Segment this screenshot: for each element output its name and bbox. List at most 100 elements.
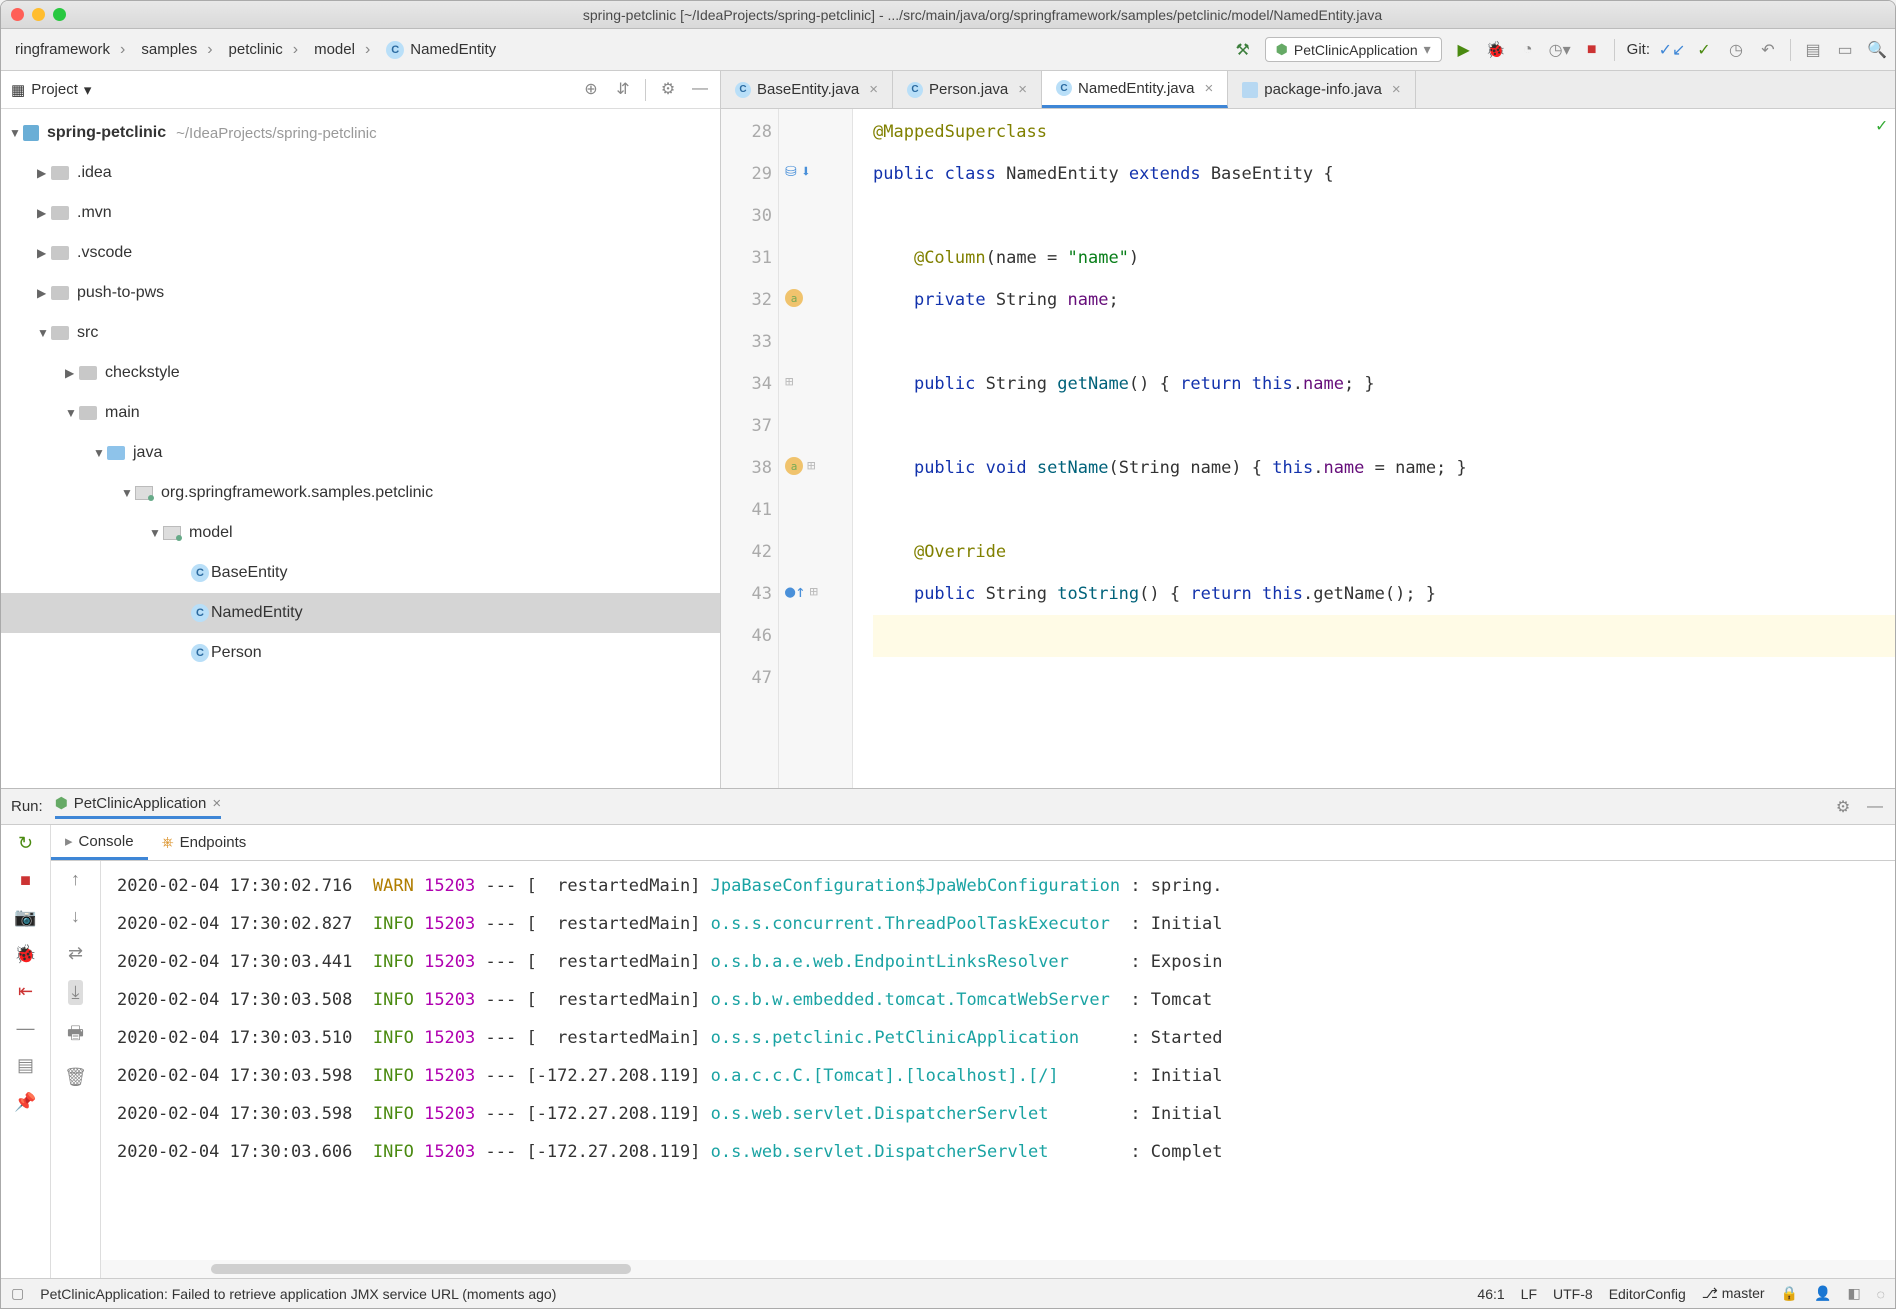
debug-icon[interactable]: 🐞 — [1486, 40, 1506, 60]
scroll-to-end-icon[interactable]: ⤓ — [68, 980, 84, 1005]
code-area[interactable]: ✓ 2829303132333437384142434647 ⛁⬇a ⊞a ⊞●… — [721, 109, 1895, 788]
crumb-label: NamedEntity — [410, 41, 496, 58]
search-everywhere-icon[interactable]: 🔍 — [1867, 40, 1887, 60]
profile-icon[interactable]: ◷▾ — [1550, 40, 1570, 60]
dump-icon[interactable]: 📷 — [14, 907, 36, 928]
tree-node--mvn[interactable]: ▶.mvn — [1, 193, 720, 233]
inspector-icon[interactable]: 👤 — [1814, 1285, 1831, 1302]
editor-tab-BaseEntity-java[interactable]: CBaseEntity.java× — [721, 71, 893, 108]
close-window[interactable] — [11, 8, 24, 21]
stop-run-icon[interactable]: ■ — [20, 870, 31, 891]
tree-node-model[interactable]: ▼model — [1, 513, 720, 553]
crumb[interactable]: ringframework — [9, 39, 131, 61]
breadcrumbs: ringframework samples petclinic model CN… — [9, 39, 502, 61]
crumb[interactable]: samples — [135, 39, 218, 61]
settings-icon[interactable]: ⚙ — [658, 79, 678, 99]
file-encoding[interactable]: UTF-8 — [1553, 1286, 1593, 1302]
run-output-tabs: ▸Console ⎈Endpoints — [51, 825, 1895, 861]
presentation-icon[interactable]: ▭ — [1835, 40, 1855, 60]
run-tool-window: Run: ⬢PetClinicApplication × ⚙ — ↻ ■ 📷 🐞… — [1, 788, 1895, 1278]
run-hide-icon[interactable]: — — [1865, 797, 1885, 817]
project-title-label: Project — [31, 81, 78, 98]
down-icon[interactable]: ↓ — [71, 906, 80, 927]
structure-icon[interactable]: ▤ — [1803, 40, 1823, 60]
console-scrollbar[interactable] — [101, 1260, 1895, 1278]
console-line: 2020-02-04 17:30:03.598 INFO 15203 --- [… — [117, 1057, 1895, 1095]
code-content[interactable]: @MappedSuperclasspublic class NamedEntit… — [853, 109, 1895, 788]
print-icon[interactable]: 🖶 — [67, 1021, 84, 1051]
close-tab-icon[interactable]: × — [1392, 81, 1401, 98]
lock-icon[interactable]: 🔒 — [1781, 1285, 1798, 1302]
close-tab-icon[interactable]: × — [869, 81, 878, 98]
pin-icon[interactable]: 📌 — [14, 1092, 36, 1113]
tree-node-checkstyle[interactable]: ▶checkstyle — [1, 353, 720, 393]
editor-tab-Person-java[interactable]: CPerson.java× — [893, 71, 1042, 108]
tree-node-BaseEntity[interactable]: C BaseEntity — [1, 553, 720, 593]
project-tree[interactable]: ▼spring-petclinic~/IdeaProjects/spring-p… — [1, 109, 720, 788]
console-tab[interactable]: ▸Console — [51, 825, 148, 860]
console-line: 2020-02-04 17:30:03.441 INFO 15203 --- [… — [117, 943, 1895, 981]
console-line: 2020-02-04 17:30:02.827 INFO 15203 --- [… — [117, 905, 1895, 943]
close-tab-icon[interactable]: × — [1018, 81, 1027, 98]
run-config-tab[interactable]: ⬢PetClinicApplication × — [55, 794, 221, 819]
console-line: 2020-02-04 17:30:03.508 INFO 15203 --- [… — [117, 981, 1895, 1019]
git-commit-icon[interactable]: ✓ — [1694, 40, 1714, 60]
crumb-current[interactable]: CNamedEntity — [380, 39, 502, 61]
tree-node--vscode[interactable]: ▶.vscode — [1, 233, 720, 273]
tree-node-main[interactable]: ▼main — [1, 393, 720, 433]
git-update-icon[interactable]: ✓↙ — [1662, 40, 1682, 60]
line-numbers: 2829303132333437384142434647 — [721, 109, 779, 788]
zoom-window[interactable] — [53, 8, 66, 21]
run-icon[interactable]: ▶ — [1454, 40, 1474, 60]
line-separator[interactable]: LF — [1521, 1286, 1537, 1302]
tree-node--idea[interactable]: ▶.idea — [1, 153, 720, 193]
exit-icon[interactable]: ⇤ — [18, 981, 33, 1002]
crumb[interactable]: petclinic — [223, 39, 305, 61]
editor-tab-package-info-java[interactable]: package-info.java× — [1228, 71, 1415, 108]
tree-node-java[interactable]: ▼java — [1, 433, 720, 473]
status-message: PetClinicApplication: Failed to retrieve… — [40, 1286, 556, 1302]
branch-name: master — [1722, 1285, 1765, 1301]
coverage-icon[interactable]: ◔ — [1518, 40, 1538, 60]
git-branch[interactable]: ⎇ master — [1702, 1285, 1765, 1302]
window-title: spring-petclinic [~/IdeaProjects/spring-… — [80, 7, 1885, 23]
feedback-icon[interactable]: ◌ — [1877, 1286, 1885, 1302]
tree-node-src[interactable]: ▼src — [1, 313, 720, 353]
up-icon[interactable]: ↑ — [71, 869, 80, 890]
tree-node-Person[interactable]: C Person — [1, 633, 720, 673]
git-history-icon[interactable]: ◷ — [1726, 40, 1746, 60]
console-toolbar: ↑ ↓ ⇄ ⤓ 🖶 🗑 — [51, 861, 101, 1278]
rerun-icon[interactable]: ↻ — [18, 833, 33, 854]
tree-node-NamedEntity[interactable]: C NamedEntity — [1, 593, 720, 633]
run-config-selector[interactable]: ⬢PetClinicApplication▾ — [1265, 37, 1442, 62]
editorconfig[interactable]: EditorConfig — [1609, 1286, 1686, 1302]
locate-icon[interactable]: ⊕ — [581, 79, 601, 99]
console-line: 2020-02-04 17:30:03.598 INFO 15203 --- [… — [117, 1095, 1895, 1133]
run-debug-icon[interactable]: 🐞 — [14, 944, 36, 965]
minimize-window[interactable] — [32, 8, 45, 21]
run-toolbar-left: ↻ ■ 📷 🐞 ⇤ — ▤ 📌 — [1, 825, 51, 1278]
tool-windows-icon[interactable]: ▢ — [11, 1285, 24, 1302]
project-root[interactable]: ▼spring-petclinic~/IdeaProjects/spring-p… — [1, 113, 720, 153]
close-tab-icon[interactable]: × — [1204, 80, 1213, 97]
gutter-marks[interactable]: ⛁⬇a ⊞a ⊞●↑ ⊞ — [779, 109, 853, 788]
crumb[interactable]: model — [308, 39, 376, 61]
layout-icon[interactable]: ▤ — [17, 1055, 34, 1076]
clear-icon[interactable]: 🗑 — [64, 1067, 87, 1088]
run-settings-icon[interactable]: ⚙ — [1833, 797, 1853, 817]
close-run-tab[interactable]: × — [212, 795, 221, 812]
endpoints-tab[interactable]: ⎈Endpoints — [148, 825, 261, 860]
wrap-icon[interactable]: ⇄ — [68, 943, 83, 964]
build-icon[interactable]: ⚒ — [1233, 40, 1253, 60]
project-title[interactable]: ▦ Project ▾ — [11, 81, 91, 99]
caret-position[interactable]: 46:1 — [1477, 1286, 1504, 1302]
stop-icon[interactable]: ■ — [1582, 40, 1602, 60]
memory-icon[interactable]: ◧ — [1847, 1285, 1860, 1302]
editor-tab-NamedEntity-java[interactable]: CNamedEntity.java× — [1042, 71, 1228, 108]
expand-icon[interactable]: ⇵ — [613, 79, 633, 99]
tree-node-push-to-pws[interactable]: ▶push-to-pws — [1, 273, 720, 313]
hide-icon[interactable]: — — [690, 79, 710, 99]
tree-node-org-springframework-samples-petclinic[interactable]: ▼org.springframework.samples.petclinic — [1, 473, 720, 513]
console-output[interactable]: 2020-02-04 17:30:02.716 WARN 15203 --- [… — [101, 861, 1895, 1260]
git-revert-icon[interactable]: ↶ — [1758, 40, 1778, 60]
